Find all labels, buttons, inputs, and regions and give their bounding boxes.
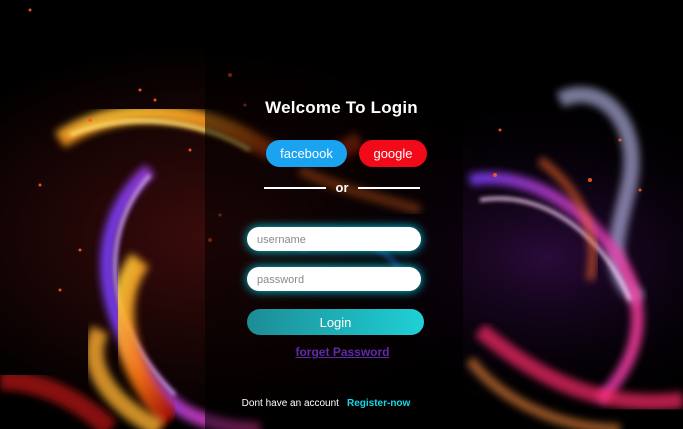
facebook-button[interactable]: facebook [266, 140, 347, 167]
username-field-container [247, 227, 421, 253]
username-input[interactable] [255, 227, 419, 253]
no-account-text: Dont have an account [241, 398, 339, 409]
login-panel [205, 0, 463, 429]
password-input[interactable] [255, 267, 419, 293]
or-separator: or [264, 180, 420, 196]
forget-password-link[interactable]: forget Password [0, 345, 683, 359]
footer: Dont have an account Register-now [0, 398, 652, 409]
separator-text: or [335, 180, 349, 195]
password-field-container [247, 267, 421, 293]
google-button[interactable]: google [359, 140, 427, 167]
page-title: Welcome To Login [265, 98, 418, 117]
login-button[interactable]: Login [247, 309, 424, 335]
register-link[interactable]: Register-now [347, 398, 410, 409]
